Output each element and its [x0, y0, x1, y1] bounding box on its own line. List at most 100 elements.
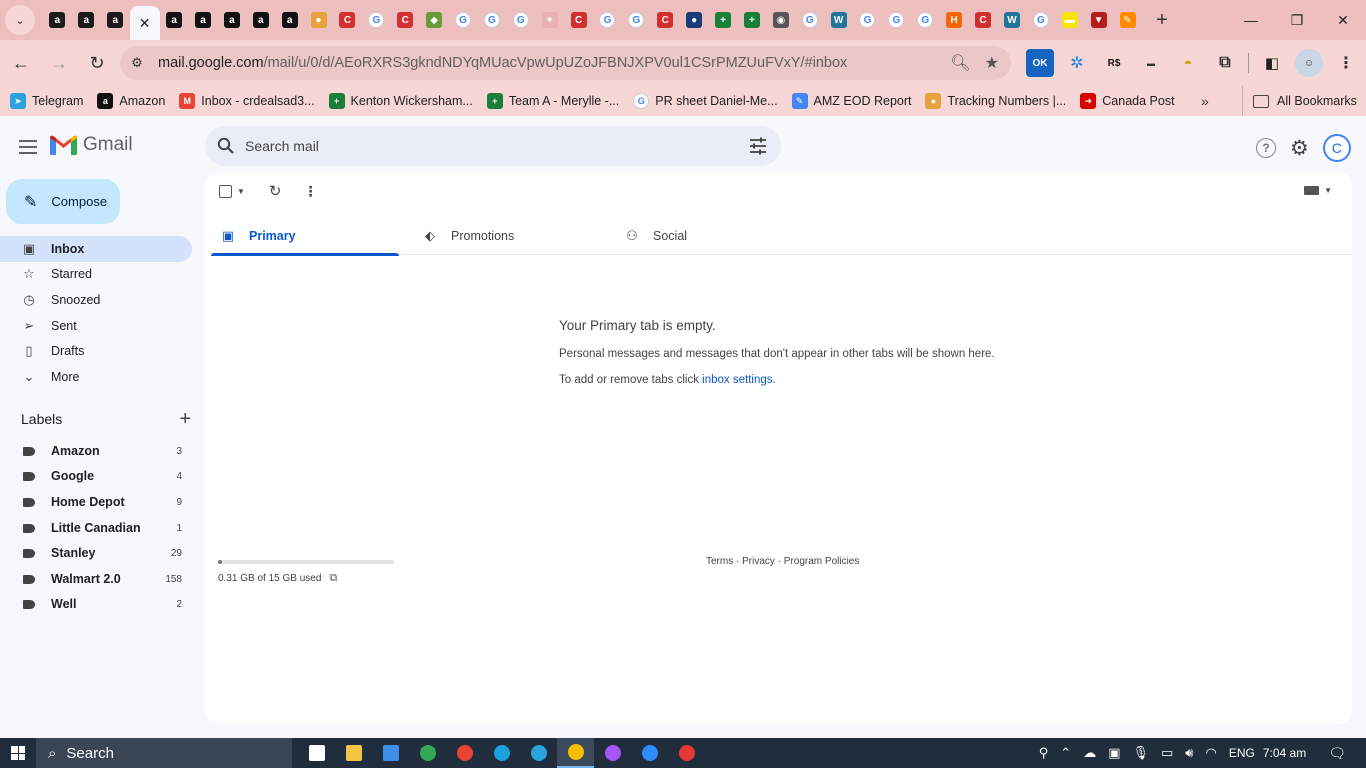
- browser-tab[interactable]: ▬: [1055, 4, 1084, 36]
- browser-tab[interactable]: C: [969, 4, 998, 36]
- browser-tab[interactable]: a: [275, 4, 304, 36]
- browser-tab[interactable]: G: [911, 4, 940, 36]
- label-item[interactable]: Well 2: [0, 592, 192, 616]
- new-tab-button[interactable]: +: [1148, 6, 1176, 34]
- footer-links[interactable]: Terms · Privacy · Program Policies: [706, 556, 859, 567]
- extensions-puzzle-icon[interactable]: ⧉: [1211, 49, 1239, 77]
- microphone-icon[interactable]: 🎙︎: [1132, 745, 1149, 761]
- browser-tab[interactable]: ●: [304, 4, 333, 36]
- more-options-icon[interactable]: ⋮: [304, 183, 318, 200]
- back-button[interactable]: ←: [4, 46, 38, 80]
- profile-avatar[interactable]: ☺: [1295, 49, 1323, 77]
- site-info-icon[interactable]: ⚙: [124, 50, 150, 76]
- bookmarks-overflow-button[interactable]: »: [1201, 86, 1209, 116]
- language-indicator[interactable]: ENG: [1229, 746, 1255, 760]
- taskbar-app[interactable]: [335, 738, 372, 768]
- bookmark-star-icon[interactable]: ★: [985, 53, 999, 73]
- browser-tab[interactable]: +: [737, 4, 766, 36]
- refresh-icon[interactable]: ↻: [269, 182, 282, 200]
- browser-tab[interactable]: W: [998, 4, 1027, 36]
- side-panel-icon[interactable]: ◧: [1258, 49, 1286, 77]
- all-bookmarks-button[interactable]: All Bookmarks: [1242, 86, 1357, 116]
- bookmark-item[interactable]: ✎ AMZ EOD Report: [791, 93, 911, 109]
- taskbar-app[interactable]: [298, 738, 335, 768]
- browser-tab[interactable]: G: [795, 4, 824, 36]
- minimize-button[interactable]: —: [1228, 0, 1274, 40]
- label-item[interactable]: Home Depot 9: [0, 490, 192, 514]
- browser-tab[interactable]: ▼: [1084, 4, 1113, 36]
- browser-tab[interactable]: G: [449, 4, 478, 36]
- browser-tab[interactable]: ●: [680, 4, 709, 36]
- notifications-icon[interactable]: 🗨︎: [1328, 745, 1346, 762]
- sidebar-item-starred[interactable]: ☆ Starred: [0, 261, 192, 287]
- sidebar-item-drafts[interactable]: ▯ Drafts: [0, 338, 192, 364]
- browser-tab[interactable]: W: [824, 4, 853, 36]
- reload-button[interactable]: ↻: [80, 46, 114, 80]
- browser-tab[interactable]: G: [506, 4, 535, 36]
- browser-tab[interactable]: ◉: [766, 4, 795, 36]
- browser-tab[interactable]: G: [593, 4, 622, 36]
- label-item[interactable]: Google 4: [0, 464, 192, 488]
- sidebar-item-sent[interactable]: ➢ Sent: [0, 313, 192, 339]
- taskbar-app[interactable]: [668, 738, 705, 768]
- bookmark-item[interactable]: + Kenton Wickersham...: [328, 93, 473, 109]
- main-menu-icon[interactable]: [14, 134, 42, 160]
- browser-tab[interactable]: C: [564, 4, 593, 36]
- wifi-icon[interactable]: ◠: [1206, 745, 1217, 761]
- bookmark-item[interactable]: G PR sheet Daniel-Me...: [633, 93, 778, 109]
- browser-tab[interactable]: ✎: [1113, 4, 1142, 36]
- search-options-icon[interactable]: [749, 137, 767, 155]
- bookmark-item[interactable]: ● Tracking Numbers |...: [925, 93, 1066, 109]
- clock[interactable]: 7:04 am: [1263, 746, 1306, 760]
- label-item[interactable]: Walmart 2.0 158: [0, 567, 192, 591]
- browser-tab[interactable]: a: [246, 4, 275, 36]
- taskbar-app[interactable]: [557, 738, 594, 768]
- gmail-logo[interactable]: Gmail: [50, 134, 133, 156]
- account-avatar[interactable]: C: [1322, 134, 1351, 162]
- sidebar-item-more[interactable]: ⌄ More: [0, 364, 192, 390]
- taskbar-app[interactable]: [409, 738, 446, 768]
- battery-icon[interactable]: ▭: [1161, 745, 1173, 761]
- extension-cake-icon[interactable]: ◓: [1174, 49, 1202, 77]
- help-icon[interactable]: ?: [1256, 138, 1276, 158]
- bookmark-item[interactable]: ➤ Telegram: [10, 93, 83, 109]
- browser-tab[interactable]: G: [853, 4, 882, 36]
- compose-button[interactable]: ✎ Compose: [6, 179, 120, 224]
- browser-tab[interactable]: ✦: [535, 4, 564, 36]
- browser-tab[interactable]: G: [1026, 4, 1055, 36]
- browser-tab[interactable]: G: [882, 4, 911, 36]
- browser-tab[interactable]: G: [622, 4, 651, 36]
- start-button[interactable]: [0, 738, 36, 768]
- bookmark-item[interactable]: ➜ Canada Post: [1080, 93, 1175, 109]
- label-item[interactable]: Amazon 3: [0, 439, 192, 463]
- search-icon[interactable]: [217, 137, 235, 155]
- extension-globe-icon[interactable]: ✲: [1063, 49, 1091, 77]
- browser-tab[interactable]: ◆: [420, 4, 449, 36]
- create-label-icon[interactable]: +: [179, 409, 191, 429]
- label-item[interactable]: Stanley 29: [0, 541, 192, 565]
- taskbar-app[interactable]: [631, 738, 668, 768]
- taskbar-app[interactable]: [520, 738, 557, 768]
- taskbar-app[interactable]: [483, 738, 520, 768]
- external-link-icon[interactable]: ⧉: [329, 572, 337, 585]
- browser-tab[interactable]: a: [160, 4, 189, 36]
- url-text[interactable]: mail.google.com/mail/u/0/d/AEoRXRS3gkndN…: [158, 55, 847, 71]
- label-item[interactable]: Little Canadian 1: [0, 516, 192, 540]
- sidebar-item-snoozed[interactable]: ◷ Snoozed: [0, 287, 192, 313]
- zoom-icon[interactable]: 🔍︎: [950, 53, 970, 73]
- people-icon[interactable]: ⚲: [1039, 745, 1049, 761]
- settings-gear-icon[interactable]: ⚙: [1290, 136, 1309, 161]
- browser-tab[interactable]: C: [391, 4, 420, 36]
- select-menu-chevron-icon[interactable]: ▼: [237, 187, 245, 196]
- bookmark-item[interactable]: + Team A - Merylle -...: [486, 93, 619, 109]
- cloud-icon[interactable]: ☁: [1083, 745, 1096, 761]
- tab-search-button[interactable]: ⌄: [5, 5, 35, 35]
- search-input[interactable]: [245, 138, 715, 154]
- close-tab-icon[interactable]: ✕: [139, 15, 151, 32]
- taskbar-app[interactable]: [594, 738, 631, 768]
- tab-promotions[interactable]: ⬖ Promotions: [413, 216, 601, 255]
- camera-icon[interactable]: ▣: [1108, 745, 1120, 761]
- extension-ok-icon[interactable]: OK: [1026, 49, 1054, 77]
- browser-tab[interactable]: C: [333, 4, 362, 36]
- chevron-up-icon[interactable]: ⌃: [1060, 745, 1071, 761]
